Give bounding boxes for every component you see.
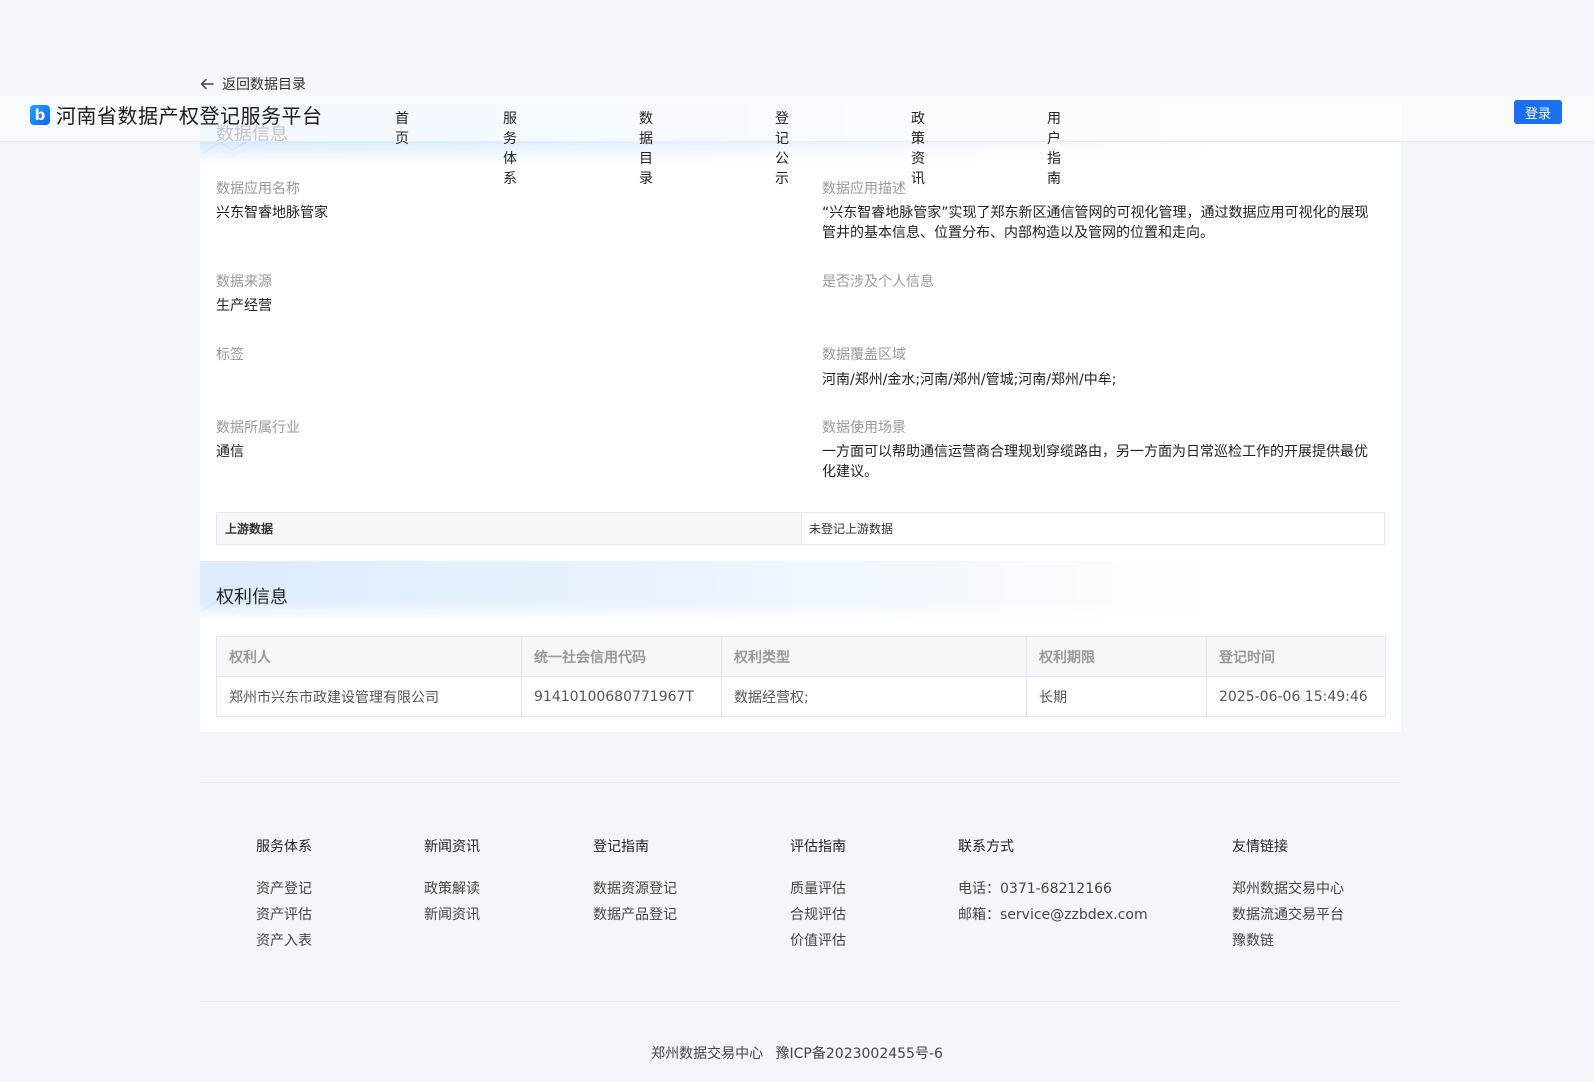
- footer-contact-email[interactable]: 邮箱：service@zzbdex.com: [958, 902, 1148, 928]
- footer-link-compliance-evaluation[interactable]: 合规评估: [790, 902, 846, 928]
- footer-link-asset-registration[interactable]: 资产登记: [256, 876, 312, 902]
- back-to-catalog-link[interactable]: 返回数据目录: [200, 74, 306, 94]
- footer-link-data-resource-registration[interactable]: 数据资源登记: [593, 876, 677, 902]
- footer-link-news[interactable]: 新闻资讯: [424, 902, 480, 928]
- footer-link-quality-evaluation[interactable]: 质量评估: [790, 876, 846, 902]
- field-label-data-source: 数据来源: [216, 274, 272, 290]
- rights-info-title: 权利信息: [216, 587, 288, 608]
- field-label-app-description: 数据应用描述: [822, 181, 906, 197]
- back-link-label: 返回数据目录: [222, 77, 306, 93]
- footer-heading: 服务体系: [256, 839, 312, 855]
- field-value-data-source: 生产经营: [216, 298, 272, 314]
- column-header-credit-code: 统一社会信用代码: [521, 636, 722, 677]
- upstream-data-label: 上游数据: [217, 513, 802, 544]
- copyright-bar: 郑州数据交易中心 豫ICP备2023002455号-6: [0, 1043, 1594, 1063]
- footer-link-yu-data-chain[interactable]: 豫数链: [1232, 928, 1344, 954]
- footer-contact-phone: 电话：0371-68212166: [958, 881, 1112, 897]
- field-label-app-name: 数据应用名称: [216, 181, 300, 197]
- footer-link-data-product-registration[interactable]: 数据产品登记: [593, 902, 677, 928]
- upstream-data-value: 未登记上游数据: [809, 522, 894, 536]
- upstream-data-table: 上游数据 未登记上游数据: [216, 512, 1385, 545]
- arrow-left-icon: [200, 78, 214, 90]
- icp-number[interactable]: 豫ICP备2023002455号-6: [776, 1046, 943, 1062]
- field-value-industry: 通信: [216, 444, 244, 460]
- field-value-app-name: 兴东智睿地脉管家: [216, 205, 328, 221]
- footer-column-friendly-links: 友情链接 郑州数据交易中心 数据流通交易平台 豫数链: [1232, 836, 1344, 954]
- rights-table: 权利人 统一社会信用代码 权利类型 权利期限 登记时间 郑州市兴东市政建设管理有…: [216, 636, 1386, 717]
- table-row: 郑州市兴东市政建设管理有限公司 91410100680771967T 数据经营权…: [216, 676, 1386, 717]
- footer-link-data-circulation-platform[interactable]: 数据流通交易平台: [1232, 902, 1344, 928]
- column-header-rights-term: 权利期限: [1026, 636, 1207, 677]
- column-header-registration-time: 登记时间: [1206, 636, 1386, 677]
- nav-item-policy-news[interactable]: 政策资讯: [911, 108, 925, 188]
- nav-item-home[interactable]: 首页: [395, 108, 409, 148]
- footer-heading: 联系方式: [958, 839, 1014, 855]
- field-label-industry: 数据所属行业: [216, 420, 300, 436]
- site-title: 河南省数据产权登记服务平台: [56, 104, 323, 128]
- field-label-personal-info: 是否涉及个人信息: [822, 274, 934, 290]
- nav-item-registration-notice[interactable]: 登记公示: [775, 108, 789, 188]
- footer-link-asset-accounting[interactable]: 资产入表: [256, 928, 312, 954]
- nav-item-data-catalog[interactable]: 数据目录: [639, 108, 653, 188]
- column-header-rights-type: 权利类型: [721, 636, 1027, 677]
- page: 返回数据目录 数据信息 数据应用名称 兴东智睿地脉管家 数据应用描述 “兴东智睿…: [0, 0, 1594, 1082]
- field-value-coverage-area: 河南/郑州/金水;河南/郑州/管城;河南/郑州/中牟;: [822, 372, 1117, 388]
- field-value-usage-scenario: 一方面可以帮助通信运营商合理规划穿缆路由，另一方面为日常巡检工作的开展提供最优化…: [822, 444, 1368, 480]
- nav-item-user-guide[interactable]: 用户指南: [1047, 108, 1061, 188]
- nav-item-service-system[interactable]: 服务体系: [503, 108, 517, 188]
- field-label-coverage-area: 数据覆盖区域: [822, 347, 906, 363]
- field-label-tags: 标签: [216, 347, 244, 363]
- footer-column-news: 新闻资讯 政策解读 新闻资讯: [424, 836, 480, 928]
- rights-info-section-header: 权利信息: [200, 561, 1401, 621]
- field-label-usage-scenario: 数据使用场景: [822, 420, 906, 436]
- copyright-org: 郑州数据交易中心: [651, 1046, 764, 1062]
- cell-rights-holder: 郑州市兴东市政建设管理有限公司: [216, 676, 522, 717]
- footer-column-evaluation-guide: 评估指南 质量评估 合规评估 价值评估: [790, 836, 846, 954]
- table-header-row: 权利人 统一社会信用代码 权利类型 权利期限 登记时间: [216, 636, 1386, 677]
- cell-rights-term: 长期: [1026, 676, 1207, 717]
- column-header-rights-holder: 权利人: [216, 636, 522, 677]
- footer-column-registration-guide: 登记指南 数据资源登记 数据产品登记: [593, 836, 677, 928]
- footer-link-asset-evaluation[interactable]: 资产评估: [256, 902, 312, 928]
- cell-rights-type: 数据经营权;: [721, 676, 1027, 717]
- footer-divider-bottom: [200, 1001, 1401, 1002]
- footer-divider-top: [200, 782, 1401, 783]
- footer-heading: 友情链接: [1232, 839, 1288, 855]
- detail-card: 数据信息 数据应用名称 兴东智睿地脉管家 数据应用描述 “兴东智睿地脉管家”实现…: [200, 104, 1401, 732]
- cell-credit-code: 91410100680771967T: [521, 676, 722, 717]
- field-value-app-description: “兴东智睿地脉管家”实现了郑东新区通信管网的可视化管理，通过数据应用可视化的展现…: [822, 205, 1369, 241]
- footer-link-value-evaluation[interactable]: 价值评估: [790, 928, 846, 954]
- footer-column-service-system: 服务体系 资产登记 资产评估 资产入表: [256, 836, 312, 954]
- logo-icon: b: [30, 104, 50, 125]
- site-logo[interactable]: b 河南省数据产权登记服务平台: [30, 100, 323, 129]
- footer-heading: 登记指南: [593, 839, 649, 855]
- site-header: b 河南省数据产权登记服务平台 首页 服务体系 数据目录 登记公示 政策资讯 用…: [0, 92, 1594, 187]
- footer-link-policy-interpretation[interactable]: 政策解读: [424, 876, 480, 902]
- footer-link-zhengzhou-data-exchange[interactable]: 郑州数据交易中心: [1232, 876, 1344, 902]
- footer-heading: 评估指南: [790, 839, 846, 855]
- login-button[interactable]: 登录: [1514, 100, 1562, 124]
- footer-column-contact: 联系方式 电话：0371-68212166 邮箱：service@zzbdex.…: [958, 836, 1148, 928]
- cell-registration-time: 2025-06-06 15:49:46: [1206, 676, 1386, 717]
- footer-heading: 新闻资讯: [424, 839, 480, 855]
